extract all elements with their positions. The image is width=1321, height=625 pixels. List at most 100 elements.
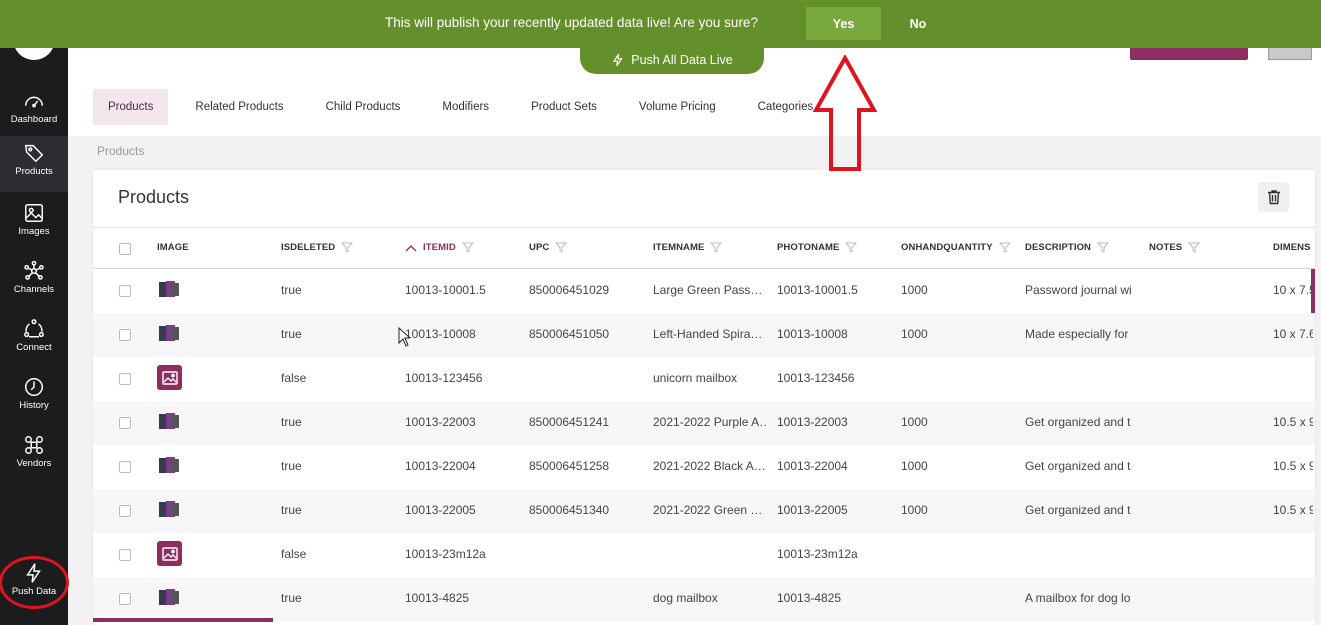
breadcrumb[interactable]: Products bbox=[97, 144, 144, 158]
table-row[interactable]: false 10013-23m12a 10013-23m12a bbox=[93, 533, 1315, 577]
tab-volume-pricing[interactable]: Volume Pricing bbox=[624, 89, 731, 125]
cell-description: Get organized and t bbox=[1025, 415, 1131, 429]
table-header: IMAGE ISDELETED ITEMID UPC ITEMNAME PHOT… bbox=[93, 227, 1315, 269]
cell-itemid: 10013-22004 bbox=[405, 459, 476, 473]
filter-icon[interactable] bbox=[461, 242, 474, 253]
cell-isdeleted: false bbox=[281, 371, 307, 385]
row-checkbox[interactable] bbox=[119, 593, 131, 605]
filter-icon[interactable] bbox=[845, 242, 858, 253]
annotation-circle bbox=[0, 556, 69, 609]
product-thumbnail[interactable] bbox=[157, 587, 181, 609]
select-all-checkbox[interactable] bbox=[119, 243, 131, 255]
cell-qty: 1000 bbox=[901, 327, 928, 341]
column-label: DIMENS bbox=[1273, 242, 1311, 253]
trash-icon bbox=[1267, 190, 1280, 205]
cell-isdeleted: true bbox=[281, 459, 302, 473]
column-header-description[interactable]: DESCRIPTION bbox=[1025, 242, 1110, 253]
sidebar-item-connect[interactable]: Connect bbox=[0, 312, 68, 368]
push-all-data-live-button[interactable]: Push All Data Live bbox=[580, 46, 764, 74]
column-label: ITEMNAME bbox=[653, 242, 705, 253]
filter-icon[interactable] bbox=[710, 242, 723, 253]
column-header-notes[interactable]: NOTES bbox=[1149, 242, 1201, 253]
product-thumbnail[interactable] bbox=[157, 323, 181, 345]
column-header-image[interactable]: IMAGE bbox=[157, 242, 189, 253]
filter-icon[interactable] bbox=[998, 242, 1011, 253]
column-label: PHOTONAME bbox=[777, 242, 840, 253]
cell-isdeleted: true bbox=[281, 591, 302, 605]
sidebar-item-history[interactable]: History bbox=[0, 370, 68, 426]
no-button[interactable]: No bbox=[897, 7, 939, 40]
table-row[interactable]: true 10013-22004 850006451258 2021-2022 Bla… bbox=[93, 445, 1315, 489]
sidebar-item-dashboard[interactable]: Dashboard bbox=[0, 84, 68, 140]
sidebar-item-images[interactable]: Images bbox=[0, 196, 68, 252]
cell-qty: 1000 bbox=[901, 459, 928, 473]
table-row[interactable]: true 10013-22005 850006451340 2021-2022 Gre… bbox=[93, 489, 1315, 533]
row-checkbox[interactable] bbox=[119, 549, 131, 561]
filter-icon[interactable] bbox=[555, 242, 568, 253]
row-checkbox[interactable] bbox=[119, 461, 131, 473]
sidebar-item-vendors[interactable]: Vendors bbox=[0, 428, 68, 484]
table-row[interactable]: true 10013-10001.5 850006451029 Large Green… bbox=[93, 269, 1315, 313]
cell-itemid: 10013-23m12a bbox=[405, 547, 486, 561]
column-header-itemid[interactable]: ITEMID bbox=[405, 242, 474, 253]
cell-photoname: 10013-22004 bbox=[777, 459, 848, 473]
column-header-photoname[interactable]: PHOTONAME bbox=[777, 242, 858, 253]
tab-modifiers[interactable]: Modifiers bbox=[427, 89, 504, 125]
yes-button[interactable]: Yes bbox=[806, 7, 881, 40]
row-checkbox[interactable] bbox=[119, 417, 131, 429]
tab-products[interactable]: Products bbox=[93, 89, 169, 125]
horizontal-scrollbar[interactable] bbox=[93, 618, 273, 622]
sidebar-item-channels[interactable]: Channels bbox=[0, 254, 68, 310]
table-row[interactable]: true 10013-10008 850006451050 Left-Handed S… bbox=[93, 313, 1315, 357]
cell-qty: 1000 bbox=[901, 283, 928, 297]
product-thumbnail[interactable] bbox=[157, 279, 181, 301]
filter-icon[interactable] bbox=[1188, 242, 1201, 253]
product-thumbnail[interactable] bbox=[157, 499, 181, 521]
image-placeholder-icon[interactable] bbox=[157, 541, 182, 566]
cell-dimens: 10 x 7.5 bbox=[1273, 283, 1313, 297]
tab-product-sets[interactable]: Product Sets bbox=[516, 89, 612, 125]
delete-button[interactable] bbox=[1258, 182, 1289, 212]
sidebar-item-label: Dashboard bbox=[10, 114, 58, 125]
cell-isdeleted: true bbox=[281, 415, 302, 429]
cell-isdeleted: true bbox=[281, 503, 302, 517]
cell-itemid: 10013-22003 bbox=[405, 415, 476, 429]
column-header-isdeleted[interactable]: ISDELETED bbox=[281, 242, 354, 253]
cell-photoname: 10013-23m12a bbox=[777, 547, 858, 561]
table-row[interactable]: false 10013-123456 unicorn mailbox 10013-12… bbox=[93, 357, 1315, 401]
column-header-onhandquantity[interactable]: ONHANDQUANTITY bbox=[901, 242, 1017, 253]
sort-ascending-icon bbox=[405, 244, 417, 251]
cell-upc: 850006451340 bbox=[529, 503, 610, 517]
sidebar-item-products[interactable]: Products bbox=[0, 136, 68, 192]
image-placeholder-icon[interactable] bbox=[157, 365, 182, 390]
cell-upc: 850006451258 bbox=[529, 459, 610, 473]
cell-description: A mailbox for dog lo bbox=[1025, 591, 1131, 605]
table-row[interactable]: true 10013-22003 850006451241 2021-2022 Pur… bbox=[93, 401, 1315, 445]
cell-dimens: 10 x 7.6 bbox=[1273, 327, 1313, 341]
column-header-dimens[interactable]: DIMENS bbox=[1273, 242, 1311, 253]
cell-itemname: unicorn mailbox bbox=[653, 371, 738, 385]
cell-photoname: 10013-123456 bbox=[777, 371, 855, 385]
tab-related-products[interactable]: Related Products bbox=[180, 89, 298, 125]
confirm-message: This will publish your recently updated … bbox=[385, 15, 758, 30]
image-icon bbox=[25, 204, 43, 222]
cell-description: Made especially for bbox=[1025, 327, 1129, 341]
filter-icon[interactable] bbox=[1097, 242, 1110, 253]
product-thumbnail[interactable] bbox=[157, 455, 181, 477]
cell-itemname: 2021-2022 Purple A… bbox=[653, 415, 768, 429]
tab-child-products[interactable]: Child Products bbox=[311, 89, 416, 125]
filter-icon[interactable] bbox=[341, 242, 354, 253]
row-checkbox[interactable] bbox=[119, 373, 131, 385]
cell-upc: 850006451029 bbox=[529, 283, 610, 297]
table-row[interactable]: true 10013-4825 dog mailbox 10013-4825 A mai… bbox=[93, 577, 1315, 621]
row-checkbox[interactable] bbox=[119, 285, 131, 297]
row-checkbox[interactable] bbox=[119, 505, 131, 517]
vertical-scrollbar[interactable] bbox=[1311, 269, 1315, 313]
panel-title: Products bbox=[118, 187, 190, 207]
column-header-itemname[interactable]: ITEMNAME bbox=[653, 242, 723, 253]
column-header-upc[interactable]: UPC bbox=[529, 242, 568, 253]
row-checkbox[interactable] bbox=[119, 329, 131, 341]
annotation-arrow-icon bbox=[812, 55, 878, 171]
column-label: DESCRIPTION bbox=[1025, 242, 1092, 253]
product-thumbnail[interactable] bbox=[157, 411, 181, 433]
